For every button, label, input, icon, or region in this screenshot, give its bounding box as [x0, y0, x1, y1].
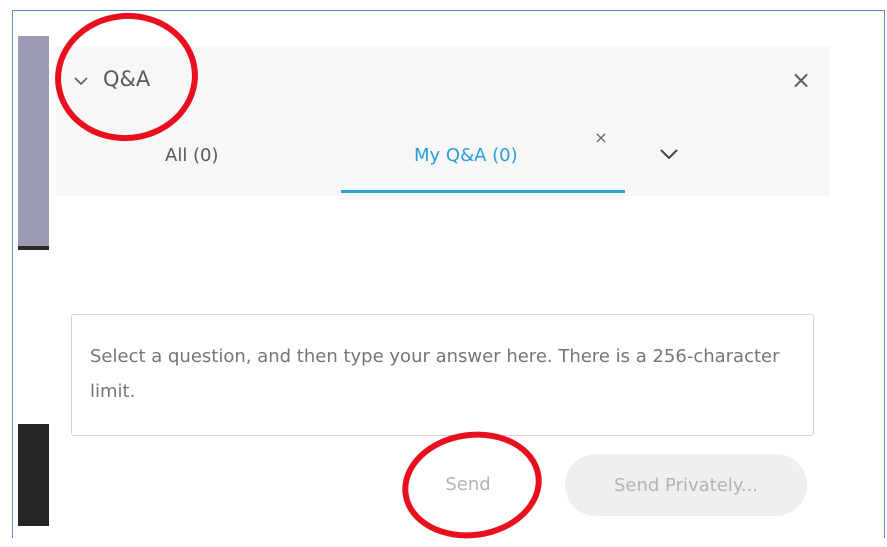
send-button[interactable]: Send [412, 458, 524, 510]
sidebar-video-strip [18, 36, 49, 246]
answer-input[interactable] [71, 314, 814, 436]
sidebar-dark-strip [18, 424, 49, 526]
chevron-down-icon[interactable] [70, 70, 92, 92]
tab-close-icon[interactable]: × [592, 128, 610, 147]
panel-title: Q&A [103, 67, 151, 91]
close-panel-button[interactable]: × [789, 66, 813, 94]
send-privately-button[interactable]: Send Privately... [565, 454, 807, 516]
qa-panel-header [55, 46, 830, 196]
active-tab-indicator [341, 190, 625, 193]
tab-all[interactable]: All (0) [165, 145, 219, 166]
tab-my-qa[interactable]: My Q&A (0) [414, 145, 518, 166]
tab-dropdown-icon[interactable] [656, 141, 682, 167]
